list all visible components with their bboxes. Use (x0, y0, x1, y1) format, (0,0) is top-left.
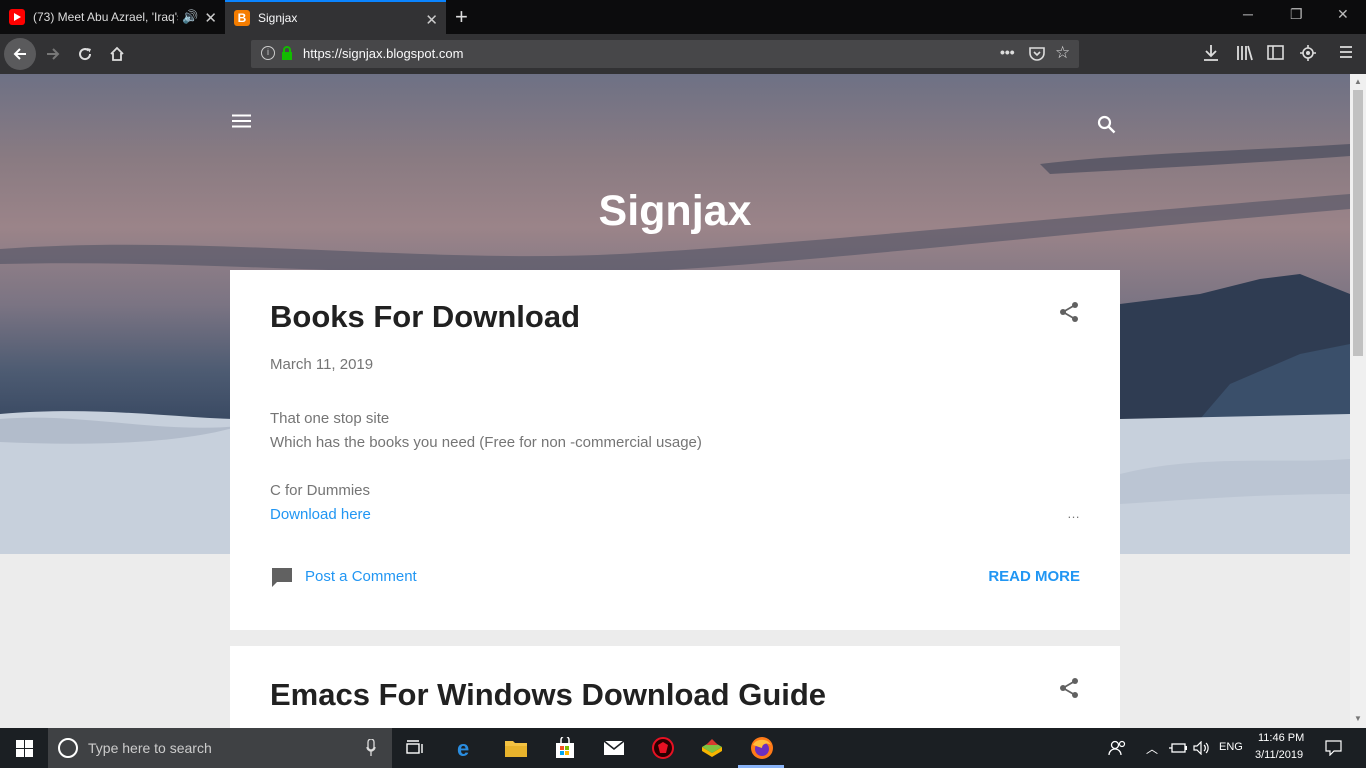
tab-strip: (73) Meet Abu Azrael, 'Iraq's 🔊 ✕ B Sign… (0, 0, 1366, 34)
read-more-link[interactable]: READ MORE (988, 568, 1080, 585)
sidebar-icon[interactable] (1267, 45, 1284, 65)
post-comment-link[interactable]: Post a Comment (305, 568, 417, 585)
back-button[interactable] (4, 38, 36, 70)
lock-icon[interactable] (281, 46, 293, 66)
tab-signjax[interactable]: B Signjax ✕ (225, 0, 446, 34)
action-center-icon[interactable] (1325, 740, 1342, 761)
new-tab-button[interactable]: + (455, 4, 468, 30)
post-title[interactable]: Books For Download (270, 299, 580, 335)
page-scrollbar[interactable]: ▲ ▼ (1350, 74, 1366, 728)
clock-time[interactable]: 11:46 PM (1258, 732, 1304, 744)
blogger-icon: B (234, 10, 250, 26)
forward-button[interactable] (38, 39, 68, 69)
post-date[interactable]: March 11, 2019 (270, 356, 373, 373)
edge-icon[interactable]: e (457, 736, 469, 762)
search-icon[interactable] (1097, 115, 1116, 139)
app-red-shield-icon[interactable] (652, 737, 674, 764)
search-placeholder: Type here to search (88, 740, 212, 756)
close-window-icon[interactable]: ✕ (1337, 6, 1349, 23)
menu-icon[interactable] (1339, 45, 1353, 64)
downloads-icon[interactable] (1203, 44, 1219, 67)
comment-icon[interactable] (271, 567, 293, 593)
ellipsis: … (1067, 506, 1080, 521)
post-card: Books For Download March 11, 2019 That o… (230, 270, 1120, 630)
taskbar: Type here to search e ︿ ENG 11:46 PM 3/1… (0, 728, 1366, 768)
bookmark-star-icon[interactable]: ☆ (1055, 43, 1070, 63)
post-title[interactable]: Emacs For Windows Download Guide (270, 677, 826, 713)
firefox-icon[interactable] (750, 736, 774, 765)
pocket-icon[interactable] (1029, 46, 1045, 66)
post-text-line: That one stop site (270, 410, 390, 427)
download-link[interactable]: Download here (270, 506, 371, 523)
restore-icon[interactable]: ❐ (1290, 6, 1303, 23)
show-hidden-icons[interactable]: ︿ (1146, 740, 1158, 757)
library-icon[interactable] (1236, 44, 1254, 67)
close-tab-icon[interactable]: ✕ (425, 11, 438, 29)
tab-title: Signjax (258, 11, 298, 25)
task-view-icon[interactable] (406, 740, 424, 761)
menu-hamburger-icon[interactable] (232, 114, 251, 133)
speaker-icon[interactable]: 🔊 (182, 9, 198, 25)
post-card: Emacs For Windows Download Guide (230, 646, 1120, 728)
cortana-icon (58, 738, 78, 758)
file-explorer-icon[interactable] (505, 739, 527, 762)
people-icon[interactable] (1108, 740, 1126, 761)
mail-icon[interactable] (603, 740, 625, 761)
navigation-bar: i https://signjax.blogspot.com ••• ☆ (0, 34, 1366, 74)
microphone-icon[interactable] (366, 738, 376, 762)
youtube-icon (9, 9, 25, 25)
clock-date[interactable]: 3/11/2019 (1255, 749, 1303, 761)
close-tab-icon[interactable]: ✕ (204, 9, 217, 27)
language-indicator[interactable]: ENG (1219, 741, 1243, 753)
url-bar[interactable]: i https://signjax.blogspot.com ••• ☆ (251, 40, 1079, 68)
url-text[interactable]: https://signjax.blogspot.com (303, 46, 463, 61)
page-viewport: Signjax Books For Download March 11, 201… (0, 74, 1350, 728)
reload-button[interactable] (70, 39, 100, 69)
minimize-icon[interactable]: ─ (1243, 6, 1253, 22)
extension-icon[interactable] (1300, 45, 1316, 66)
bluestacks-icon[interactable] (700, 737, 724, 764)
info-icon[interactable]: i (261, 46, 275, 60)
home-button[interactable] (102, 39, 132, 69)
post-text-line: Which has the books you need (Free for n… (270, 434, 702, 451)
taskbar-search-box[interactable]: Type here to search (48, 728, 392, 768)
volume-icon[interactable] (1193, 740, 1211, 760)
windows-start-icon[interactable] (16, 740, 33, 762)
scroll-up-icon[interactable]: ▲ (1354, 77, 1362, 86)
page-actions-icon[interactable]: ••• (1000, 44, 1015, 60)
share-icon[interactable] (1058, 677, 1080, 699)
tab-title: (73) Meet Abu Azrael, 'Iraq's (33, 10, 178, 24)
store-icon[interactable] (554, 735, 576, 764)
blog-title[interactable]: Signjax (0, 187, 1350, 236)
share-icon[interactable] (1058, 301, 1080, 323)
post-text-line: C for Dummies (270, 482, 371, 499)
battery-network-icon[interactable] (1168, 741, 1188, 760)
scrollbar-thumb[interactable] (1353, 90, 1363, 356)
scroll-down-icon[interactable]: ▼ (1354, 714, 1362, 723)
tab-youtube[interactable]: (73) Meet Abu Azrael, 'Iraq's 🔊 ✕ (0, 0, 225, 34)
